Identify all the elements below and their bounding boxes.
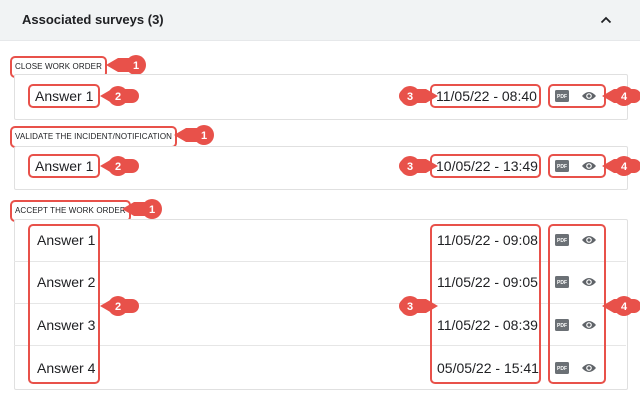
survey-date: 11/05/22 - 08:40 (436, 88, 537, 104)
surveys-panel-header[interactable]: Associated surveys (3) (0, 0, 640, 41)
pdf-icon[interactable]: PDF (555, 160, 569, 172)
svg-text:2: 2 (115, 161, 121, 173)
survey-answer-link[interactable]: Answer 4 (37, 360, 95, 376)
callout-marker-4: 4 (602, 86, 640, 106)
survey-date: 05/05/22 - 15:41 (437, 360, 539, 376)
callout-marker-3: 3 (399, 296, 438, 316)
svg-text:3: 3 (407, 301, 413, 313)
pdf-icon[interactable]: PDF (555, 90, 569, 102)
svg-text:2: 2 (115, 91, 121, 103)
survey-answer-link[interactable]: Answer 3 (37, 317, 95, 333)
chevron-up-icon[interactable] (598, 12, 614, 28)
callout-marker-1: 1 (106, 55, 146, 75)
svg-text:PDF: PDF (557, 164, 567, 170)
svg-text:3: 3 (407, 161, 413, 173)
pdf-icon[interactable]: PDF (555, 276, 569, 288)
svg-text:2: 2 (115, 301, 121, 313)
svg-text:1: 1 (133, 60, 139, 72)
callout-marker-4: 4 (602, 296, 640, 316)
survey-answer-link[interactable]: Answer 1 (35, 158, 93, 174)
pdf-icon[interactable]: PDF (555, 362, 569, 374)
svg-text:PDF: PDF (557, 280, 567, 286)
section-label-validate-incident: VALIDATE THE INCIDENT/NOTIFICATION (10, 126, 178, 148)
svg-text:PDF: PDF (557, 238, 567, 244)
callout-marker-2: 2 (100, 156, 139, 176)
panel-title: Associated surveys (3) (22, 12, 164, 27)
actions-highlight (548, 224, 606, 384)
eye-icon[interactable] (581, 276, 597, 288)
survey-date: 11/05/22 - 09:05 (437, 274, 538, 290)
svg-text:4: 4 (621, 161, 628, 173)
svg-text:4: 4 (621, 91, 628, 103)
callout-marker-1: 1 (174, 125, 214, 145)
survey-date: 11/05/22 - 08:39 (437, 317, 538, 333)
svg-text:PDF: PDF (557, 94, 567, 100)
svg-text:PDF: PDF (557, 323, 567, 329)
eye-icon[interactable] (581, 319, 597, 331)
callout-marker-1: 1 (122, 199, 162, 219)
survey-date: 10/05/22 - 13:49 (436, 158, 538, 174)
eye-icon[interactable] (581, 160, 597, 172)
pdf-icon[interactable]: PDF (555, 319, 569, 331)
svg-text:1: 1 (149, 204, 155, 216)
callout-marker-2: 2 (100, 296, 139, 316)
svg-text:1: 1 (201, 130, 207, 142)
svg-text:4: 4 (621, 301, 628, 313)
svg-text:3: 3 (407, 91, 413, 103)
eye-icon[interactable] (581, 234, 597, 246)
survey-answer-link[interactable]: Answer 2 (37, 274, 95, 290)
survey-date: 11/05/22 - 09:08 (437, 232, 538, 248)
eye-icon[interactable] (581, 362, 597, 374)
pdf-icon[interactable]: PDF (555, 234, 569, 246)
callout-marker-2: 2 (100, 86, 139, 106)
svg-text:PDF: PDF (557, 366, 567, 372)
callout-marker-4: 4 (602, 156, 640, 176)
eye-icon[interactable] (581, 90, 597, 102)
survey-answer-link[interactable]: Answer 1 (37, 232, 95, 248)
survey-answer-link[interactable]: Answer 1 (35, 88, 93, 104)
